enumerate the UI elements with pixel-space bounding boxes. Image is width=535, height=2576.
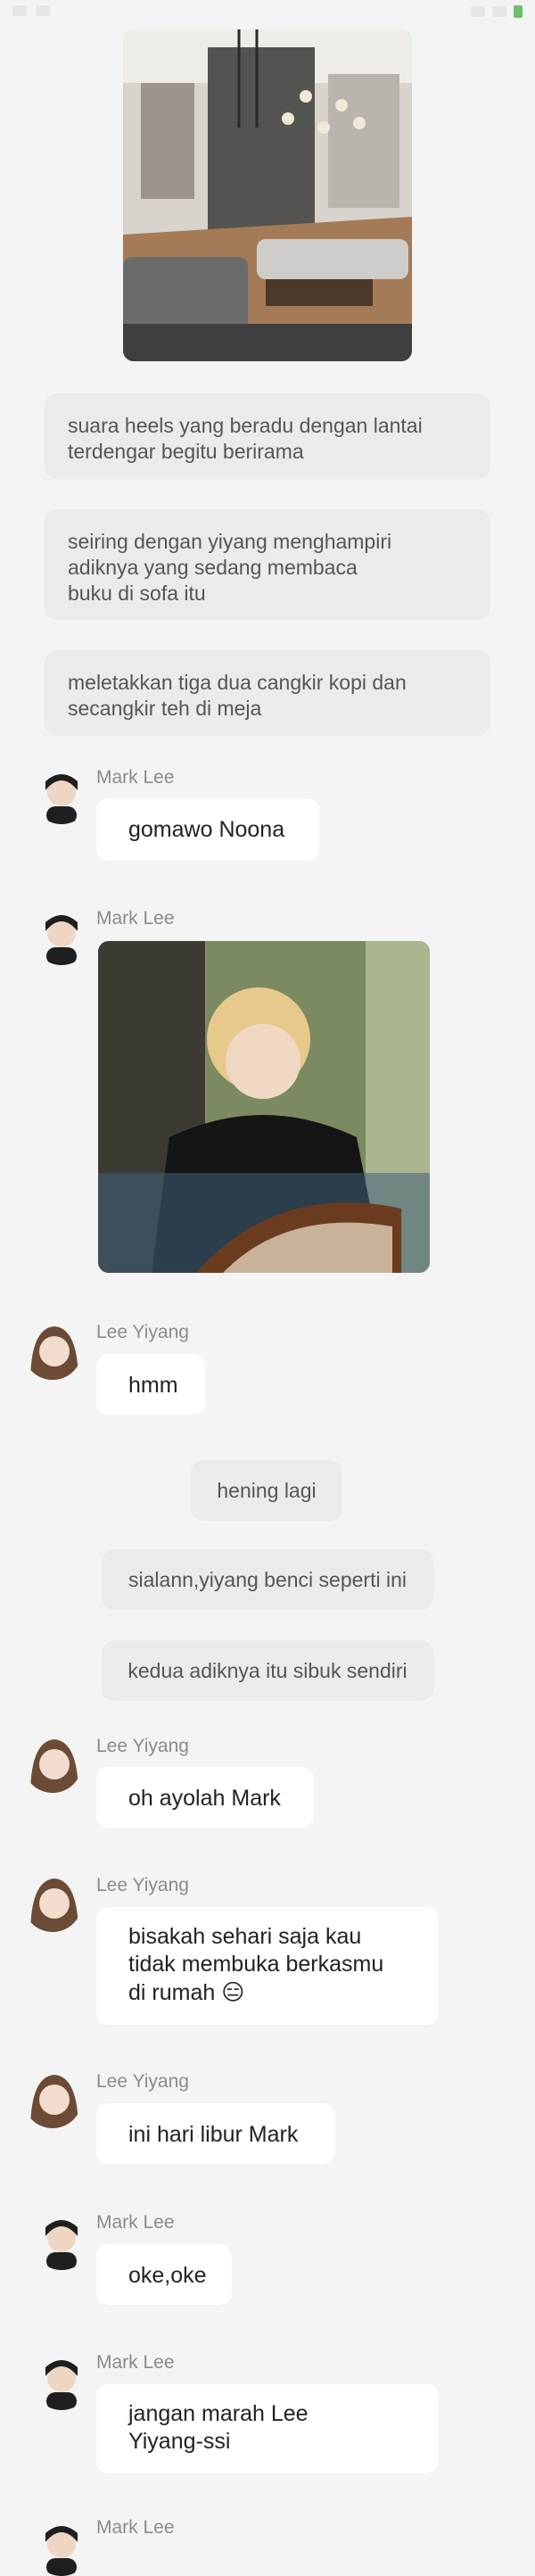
battery-icon — [514, 5, 523, 18]
message-text: gomawo Noona — [128, 817, 285, 842]
signal-icon — [471, 6, 485, 17]
twitter-icon — [36, 5, 50, 16]
narration-bubble: seiring dengan yiyang menghampiri adikny… — [45, 509, 490, 620]
sender-name: Lee Yiyang — [96, 1736, 189, 1756]
message-text: ini hari libur Mark — [128, 2122, 299, 2147]
message-text: bisakah sehari saja kau — [128, 1924, 362, 1949]
avatar-lee-yiyang[interactable] — [23, 1734, 82, 1793]
avatar-lee-yiyang[interactable] — [23, 2069, 82, 2128]
chat-bubble: jangan marah Lee Yiyang-ssi — [96, 2384, 439, 2473]
notification-icon — [12, 5, 27, 16]
message-text: oke,oke — [128, 2263, 207, 2288]
narration-line: seiring dengan yiyang menghampiri — [68, 530, 392, 553]
sender-name: Mark Lee — [96, 767, 175, 788]
narration-line: meletakkan tiga dua cangkir kopi dan — [68, 671, 407, 694]
wifi-icon — [492, 6, 506, 17]
avatar-lee-yiyang[interactable] — [23, 1873, 82, 1932]
narration-pill: kedua adiknya itu sibuk sendiri — [102, 1640, 433, 1701]
chat-bubble: ini hari libur Mark — [96, 2103, 335, 2164]
sender-name: Mark Lee — [96, 2517, 175, 2538]
sender-name: Mark Lee — [96, 2212, 175, 2233]
chat-bubble: gomawo Noona — [96, 798, 319, 861]
message-text: di rumah 😑 — [128, 1979, 245, 2005]
narration-pill: hening lagi — [191, 1460, 342, 1521]
reading-boy-photo[interactable] — [98, 941, 430, 1273]
avatar-mark-lee[interactable] — [32, 2351, 91, 2410]
message-text: oh ayolah Mark — [128, 1786, 281, 1811]
avatar-mark-lee[interactable] — [32, 2517, 91, 2576]
status-bar-right — [471, 5, 523, 18]
narration-line: terdengar begitu berirama — [68, 439, 304, 463]
status-bar — [0, 0, 535, 23]
avatar-lee-yiyang[interactable] — [23, 1321, 82, 1380]
narration-bubble: suara heels yang beradu dengan lantai te… — [45, 393, 490, 479]
avatar-mark-lee[interactable] — [32, 765, 91, 824]
message-text: tidak membuka berkasmu — [128, 1952, 384, 1977]
message-text: jangan marah Lee — [128, 2401, 309, 2426]
narration-line: suara heels yang beradu dengan lantai — [68, 414, 423, 437]
chat-bubble: oh ayolah Mark — [96, 1767, 314, 1828]
sender-name: Lee Yiyang — [96, 2071, 189, 2092]
sender-name: Lee Yiyang — [96, 1322, 189, 1342]
living-room-photo[interactable] — [123, 29, 412, 361]
chat-bubble: hmm — [96, 1354, 205, 1415]
sender-name: Mark Lee — [96, 908, 175, 929]
narration-line: adiknya yang sedang membaca — [68, 555, 358, 579]
sender-name: Lee Yiyang — [96, 1875, 189, 1895]
chat-bubble: bisakah sehari saja kau tidak membuka be… — [96, 1907, 439, 2025]
narration-line: buku di sofa itu — [68, 581, 206, 605]
message-text: Yiyang-ssi — [128, 2429, 231, 2455]
narration-bubble: meletakkan tiga dua cangkir kopi dan sec… — [45, 650, 490, 736]
narration-line: secangkir teh di meja — [68, 696, 262, 720]
sender-name: Mark Lee — [96, 2352, 175, 2373]
chat-bubble: oke,oke — [96, 2244, 232, 2305]
narration-pill: sialann,yiyang benci seperti ini — [102, 1549, 433, 1610]
message-text: hmm — [128, 1373, 178, 1398]
avatar-mark-lee[interactable] — [32, 906, 91, 965]
avatar-mark-lee[interactable] — [32, 2211, 91, 2270]
status-bar-left — [12, 5, 50, 16]
